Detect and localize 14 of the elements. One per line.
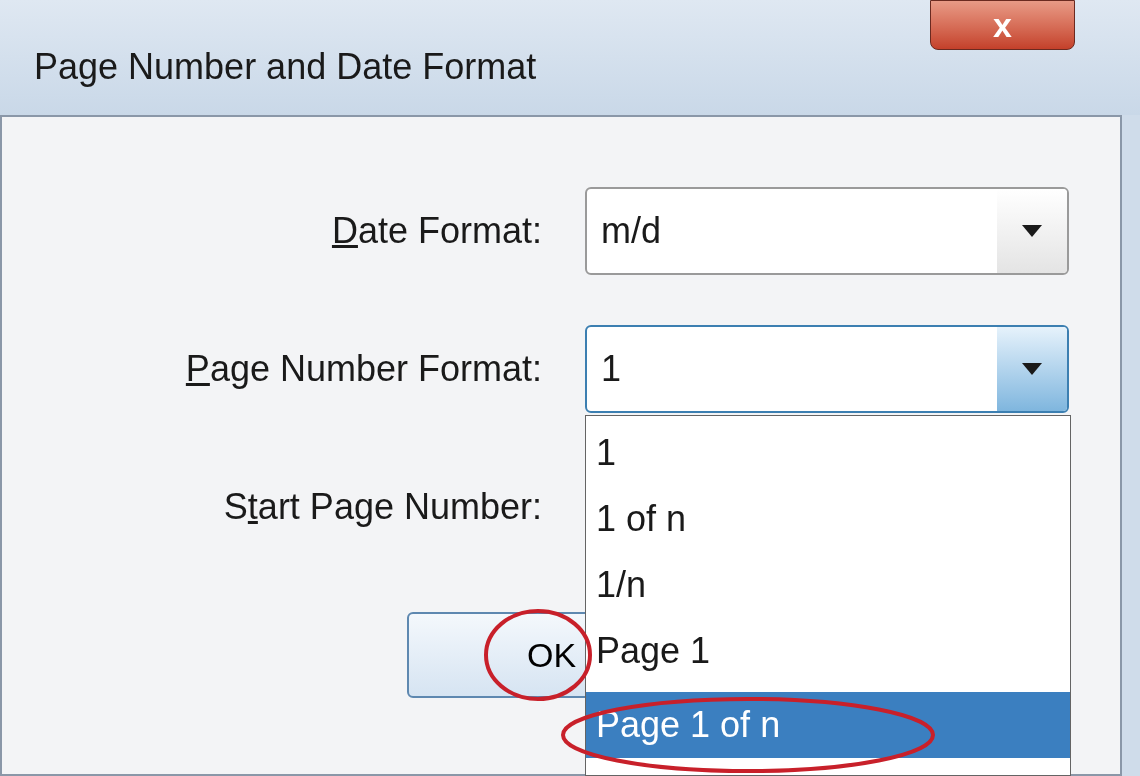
field-value: 1 xyxy=(600,347,623,391)
dropdown-field[interactable]: 1 xyxy=(585,325,1069,413)
caret-icon xyxy=(1022,363,1042,375)
close-button[interactable]: x xyxy=(930,0,1075,50)
caret-icon xyxy=(1022,225,1042,237)
dropdown-option[interactable]: Page 1 of n xyxy=(586,692,1070,758)
dropdown-field[interactable]: m/d xyxy=(585,187,1069,275)
field-label: Start Page Number: xyxy=(222,485,542,529)
field-label: Date Format: xyxy=(330,209,542,253)
field-value: m/d xyxy=(600,209,662,253)
dropdown-option[interactable]: 1 xyxy=(586,420,1070,486)
field-label: Page Number Format: xyxy=(184,347,542,391)
window-title: Page Number and Date Format xyxy=(34,45,537,89)
dropdown-option[interactable]: 1 of n xyxy=(586,486,1070,552)
